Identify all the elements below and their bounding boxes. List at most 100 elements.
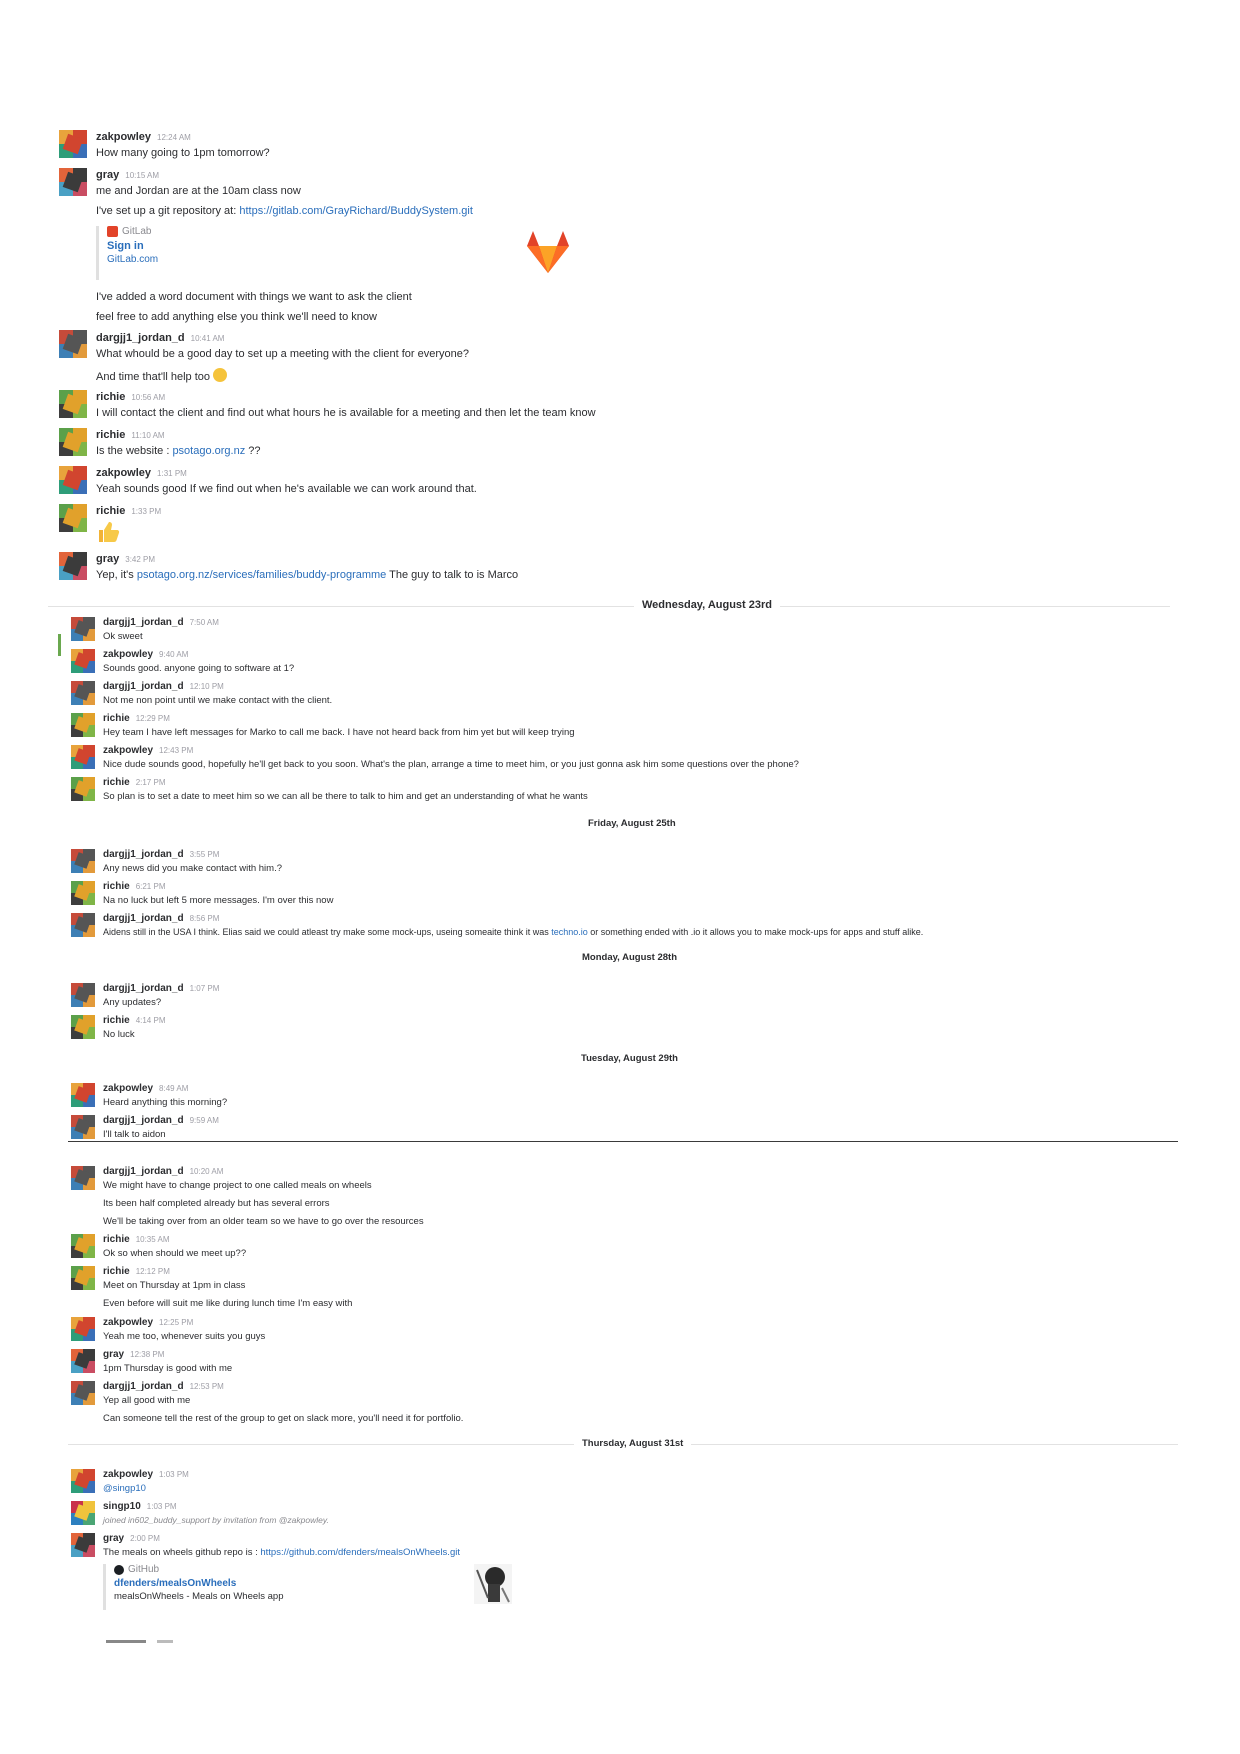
username[interactable]: dargjj1_jordan_d 12:10 PM bbox=[103, 681, 224, 692]
avatar[interactable] bbox=[71, 913, 95, 937]
avatar[interactable] bbox=[71, 1234, 95, 1258]
username[interactable]: gray 3:42 PM bbox=[96, 553, 155, 565]
username[interactable]: dargjj1_jordan_d 1:07 PM bbox=[103, 983, 219, 994]
timestamp[interactable]: 12:10 PM bbox=[190, 682, 224, 691]
timestamp[interactable]: 12:43 PM bbox=[159, 746, 193, 755]
username[interactable]: richie 10:56 AM bbox=[96, 391, 165, 403]
avatar[interactable] bbox=[71, 1317, 95, 1341]
username[interactable]: zakpowley 12:25 PM bbox=[103, 1317, 193, 1328]
avatar[interactable] bbox=[59, 428, 87, 456]
repo-link[interactable]: https://github.com/dfenders/mealsOnWheel… bbox=[260, 1547, 460, 1558]
website-link[interactable]: techno.io bbox=[551, 927, 588, 937]
attachment-domain[interactable]: GitLab.com bbox=[107, 254, 158, 265]
timestamp[interactable]: 12:53 PM bbox=[190, 1382, 224, 1391]
timestamp[interactable]: 8:56 PM bbox=[190, 914, 220, 923]
timestamp[interactable]: 6:21 PM bbox=[136, 882, 166, 891]
username[interactable]: gray 12:38 PM bbox=[103, 1349, 164, 1360]
username[interactable]: richie 12:12 PM bbox=[103, 1266, 170, 1277]
timestamp[interactable]: 12:12 PM bbox=[136, 1267, 170, 1276]
avatar[interactable] bbox=[71, 1501, 95, 1525]
website-link[interactable]: psotago.org.nz bbox=[172, 445, 245, 457]
avatar[interactable] bbox=[71, 983, 95, 1007]
timestamp[interactable]: 1:07 PM bbox=[190, 984, 220, 993]
username[interactable]: richie 11:10 AM bbox=[96, 429, 165, 441]
username[interactable]: richie 12:29 PM bbox=[103, 713, 170, 724]
avatar[interactable] bbox=[71, 649, 95, 673]
avatar[interactable] bbox=[59, 390, 87, 418]
avatar[interactable] bbox=[71, 681, 95, 705]
timestamp[interactable]: 3:42 PM bbox=[125, 555, 155, 564]
timestamp[interactable]: 10:15 AM bbox=[125, 171, 159, 180]
timestamp[interactable]: 1:03 PM bbox=[147, 1502, 177, 1511]
avatar[interactable] bbox=[71, 777, 95, 801]
timestamp[interactable]: 9:40 AM bbox=[159, 650, 188, 659]
username[interactable]: gray 2:00 PM bbox=[103, 1533, 160, 1544]
avatar[interactable] bbox=[59, 168, 87, 196]
username[interactable]: dargjj1_jordan_d 8:56 PM bbox=[103, 913, 219, 924]
avatar[interactable] bbox=[71, 617, 95, 641]
username[interactable]: dargjj1_jordan_d 9:59 AM bbox=[103, 1115, 219, 1126]
timestamp[interactable]: 3:55 PM bbox=[190, 850, 220, 859]
timestamp[interactable]: 12:25 PM bbox=[159, 1318, 193, 1327]
repo-link[interactable]: https://gitlab.com/GrayRichard/BuddySyst… bbox=[239, 205, 473, 217]
avatar[interactable] bbox=[71, 849, 95, 873]
username[interactable]: zakpowley 1:03 PM bbox=[103, 1469, 189, 1480]
avatar[interactable] bbox=[71, 713, 95, 737]
username[interactable]: richie 1:33 PM bbox=[96, 505, 161, 517]
timestamp[interactable]: 1:03 PM bbox=[159, 1470, 189, 1479]
avatar[interactable] bbox=[71, 1266, 95, 1290]
avatar[interactable] bbox=[59, 552, 87, 580]
username[interactable]: gray 10:15 AM bbox=[96, 169, 159, 181]
avatar[interactable] bbox=[71, 1166, 95, 1190]
username[interactable]: zakpowley 12:24 AM bbox=[96, 131, 191, 143]
username[interactable]: zakpowley 1:31 PM bbox=[96, 467, 187, 479]
username[interactable]: zakpowley 8:49 AM bbox=[103, 1083, 188, 1094]
timestamp[interactable]: 12:38 PM bbox=[130, 1350, 164, 1359]
username[interactable]: zakpowley 9:40 AM bbox=[103, 649, 188, 660]
attachment-title[interactable]: Sign in bbox=[107, 240, 158, 252]
timestamp[interactable]: 12:24 AM bbox=[157, 133, 191, 142]
timestamp[interactable]: 10:41 AM bbox=[191, 334, 225, 343]
timestamp[interactable]: 9:59 AM bbox=[190, 1116, 219, 1125]
avatar[interactable] bbox=[59, 330, 87, 358]
website-link[interactable]: psotago.org.nz/services/families/buddy-p… bbox=[137, 569, 386, 581]
timestamp[interactable]: 2:00 PM bbox=[130, 1534, 160, 1543]
timestamp[interactable]: 1:31 PM bbox=[157, 469, 187, 478]
username[interactable]: dargjj1_jordan_d 7:50 AM bbox=[103, 617, 219, 628]
day-label: Tuesday, August 29th bbox=[573, 1053, 686, 1064]
avatar[interactable] bbox=[71, 1381, 95, 1405]
avatar[interactable] bbox=[59, 130, 87, 158]
username[interactable]: richie 10:35 AM bbox=[103, 1234, 170, 1245]
username[interactable]: richie 2:17 PM bbox=[103, 777, 165, 788]
avatar[interactable] bbox=[59, 504, 87, 532]
avatar[interactable] bbox=[71, 1083, 95, 1107]
timestamp[interactable]: 11:10 AM bbox=[131, 431, 164, 440]
timestamp[interactable]: 1:33 PM bbox=[131, 507, 161, 516]
attachment-title[interactable]: dfenders/mealsOnWheels bbox=[114, 1578, 284, 1589]
avatar[interactable] bbox=[71, 1115, 95, 1139]
avatar[interactable] bbox=[71, 1349, 95, 1373]
username[interactable]: dargjj1_jordan_d 10:20 AM bbox=[103, 1166, 223, 1177]
avatar[interactable] bbox=[59, 466, 87, 494]
timestamp[interactable]: 2:17 PM bbox=[136, 778, 166, 787]
user-mention[interactable]: @singp10 bbox=[103, 1483, 146, 1494]
timestamp[interactable]: 8:49 AM bbox=[159, 1084, 188, 1093]
avatar[interactable] bbox=[71, 881, 95, 905]
username[interactable]: singp10 1:03 PM bbox=[103, 1501, 177, 1512]
timestamp[interactable]: 10:35 AM bbox=[136, 1235, 170, 1244]
username[interactable]: zakpowley 12:43 PM bbox=[103, 745, 193, 756]
avatar[interactable] bbox=[71, 745, 95, 769]
timestamp[interactable]: 10:56 AM bbox=[131, 393, 165, 402]
timestamp[interactable]: 7:50 AM bbox=[190, 618, 219, 627]
avatar[interactable] bbox=[71, 1469, 95, 1493]
username[interactable]: dargjj1_jordan_d 3:55 PM bbox=[103, 849, 219, 860]
timestamp[interactable]: 4:14 PM bbox=[136, 1016, 166, 1025]
username[interactable]: dargjj1_jordan_d 12:53 PM bbox=[103, 1381, 224, 1392]
username[interactable]: richie 4:14 PM bbox=[103, 1015, 165, 1026]
timestamp[interactable]: 12:29 PM bbox=[136, 714, 170, 723]
timestamp[interactable]: 10:20 AM bbox=[190, 1167, 224, 1176]
username[interactable]: richie 6:21 PM bbox=[103, 881, 165, 892]
username[interactable]: dargjj1_jordan_d 10:41 AM bbox=[96, 332, 224, 344]
avatar[interactable] bbox=[71, 1533, 95, 1557]
avatar[interactable] bbox=[71, 1015, 95, 1039]
